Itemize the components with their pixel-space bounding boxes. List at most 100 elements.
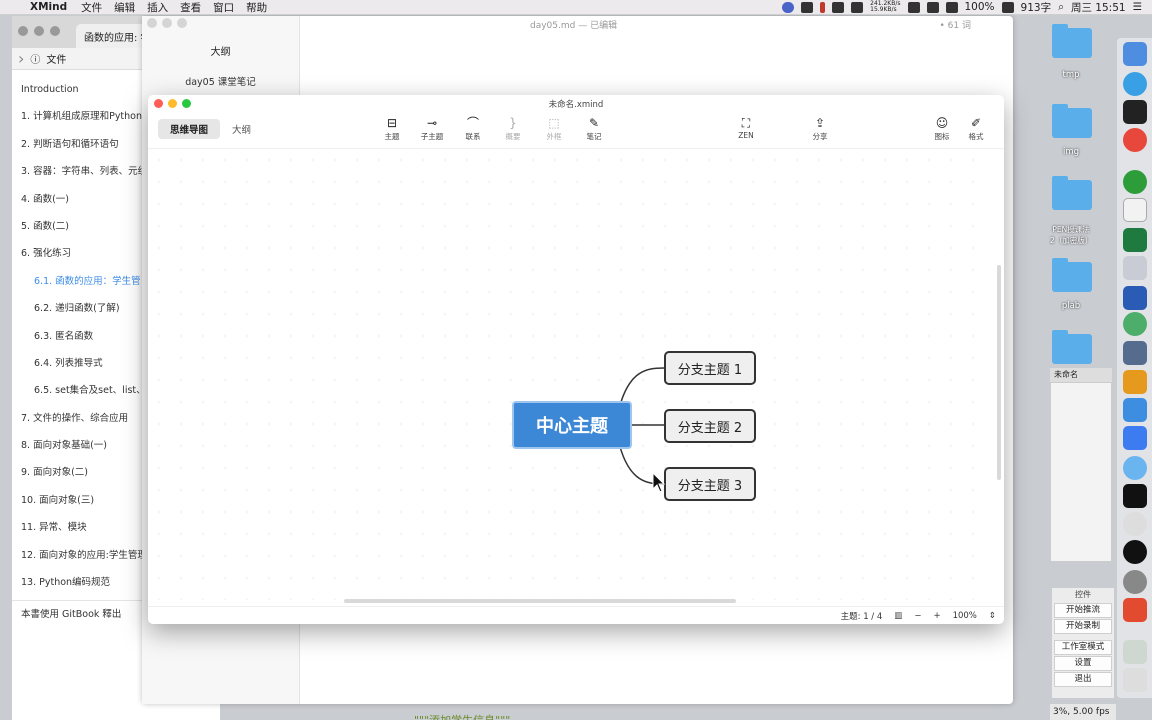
relationship-button[interactable]: ⌒ 联系	[453, 115, 493, 142]
notification-icon[interactable]: ☰	[1133, 1, 1142, 13]
xmind-window: 未命名.xmind 思维导图 大纲 ⊟ 主题 ⊸ 子主题 ⌒ 联系 } 概要 ⬚ 外框 ✎…	[148, 95, 1004, 624]
outline-item[interactable]: day05 课堂笔记	[142, 74, 299, 88]
menu-file[interactable]: 文件	[81, 0, 102, 15]
pycharm-icon[interactable]	[1123, 484, 1147, 508]
brush-icon: ✐	[970, 116, 982, 130]
info-icon: ⓘ	[30, 55, 41, 66]
format-button[interactable]: ✐ 格式	[956, 115, 996, 142]
branch-topic-3[interactable]: 分支主题 3	[664, 467, 756, 501]
folder-icon[interactable]	[1052, 176, 1092, 210]
menu-window[interactable]: 窗口	[213, 0, 234, 15]
branch-topic-1[interactable]: 分支主题 1	[664, 351, 756, 385]
network-speed: 241.2KB/s 15.9KB/s	[870, 0, 901, 13]
word-count[interactable]: • 61 词	[940, 18, 971, 31]
app-icon[interactable]	[1123, 456, 1147, 480]
vertical-scrollbar[interactable]	[997, 265, 1001, 480]
zoom-level[interactable]: 100%	[953, 611, 977, 621]
clock-app-icon[interactable]	[1123, 512, 1147, 536]
status-menus: 241.2KB/s 15.9KB/s 100% 913字 ⌕ 周三 15:51 ☰	[782, 0, 1152, 15]
status-app-icon[interactable]	[801, 1, 814, 13]
chrome-icon[interactable]	[1123, 128, 1147, 152]
mouse-cursor-icon	[652, 472, 666, 493]
menu-view[interactable]: 查看	[180, 0, 201, 15]
branch-topic-2[interactable]: 分支主题 2	[664, 409, 756, 443]
status-app-icon[interactable]	[832, 1, 845, 13]
status-app-icon[interactable]	[782, 1, 795, 13]
xmind-statusbar: 主题: 1 / 4 ▥ − + 100% ⇕	[148, 606, 1004, 624]
outline-book-icon[interactable]: ▥	[894, 611, 902, 621]
menu-insert[interactable]: 插入	[147, 0, 168, 15]
app-menu[interactable]: XMind	[30, 1, 67, 13]
word-icon[interactable]	[1123, 286, 1147, 310]
code-line[interactable]: """添加学生信息"""	[414, 712, 510, 720]
status-app-icon[interactable]	[907, 1, 920, 13]
start-stream-button[interactable]: 开始推流	[1054, 603, 1112, 618]
app-icon[interactable]	[1123, 426, 1147, 450]
topic-count: 主题: 1 / 4	[840, 611, 883, 622]
typora-window-controls[interactable]	[142, 16, 299, 31]
subtopic-button[interactable]: ⊸ 子主题	[412, 115, 452, 142]
menu-edit[interactable]: 编辑	[114, 0, 135, 15]
central-topic[interactable]: 中心主题	[512, 401, 632, 449]
view-switch: 思维导图 大纲	[158, 119, 263, 139]
summary-icon: }	[509, 116, 517, 130]
tab-outline[interactable]: 大纲	[220, 119, 263, 139]
battery-icon[interactable]	[1001, 1, 1014, 13]
trash-icon[interactable]	[1123, 668, 1147, 692]
menu-help[interactable]: 帮助	[246, 0, 267, 15]
notes-button[interactable]: ✎ 笔记	[574, 115, 614, 142]
folder-icon[interactable]	[1052, 104, 1092, 138]
terminal-icon[interactable]	[1123, 100, 1147, 124]
url-text[interactable]: 文件	[46, 51, 66, 66]
app-icon[interactable]	[1123, 256, 1147, 280]
xmind-icon[interactable]	[1123, 598, 1147, 622]
zoom-in-icon[interactable]: +	[933, 611, 940, 621]
share-button[interactable]: ⇪ 分享	[800, 115, 840, 142]
user-menu[interactable]: 913字	[1021, 0, 1052, 15]
outline-title[interactable]: 大纲	[142, 43, 299, 58]
mini-window-title: 未命名	[1050, 368, 1112, 382]
folder-icon[interactable]	[1052, 24, 1092, 58]
boundary-button[interactable]: ⬚ 外框	[534, 115, 574, 142]
app-icon[interactable]	[1123, 341, 1147, 365]
horizontal-scrollbar[interactable]	[344, 599, 736, 603]
evernote-icon[interactable]	[1123, 170, 1147, 194]
fullscreen-icon: ⛶	[741, 116, 751, 130]
boundary-icon: ⬚	[548, 116, 560, 130]
obs-header: 控件	[1075, 590, 1091, 599]
folder-icon[interactable]	[1052, 258, 1092, 292]
safari-icon[interactable]	[1123, 72, 1147, 96]
summary-button[interactable]: } 概要	[493, 115, 533, 142]
status-app-icon[interactable]	[926, 1, 939, 13]
exit-button[interactable]: 退出	[1054, 672, 1112, 687]
clock[interactable]: 周三 15:51	[1071, 0, 1126, 15]
record-icon[interactable]	[820, 1, 826, 13]
settings-button[interactable]: 设置	[1054, 656, 1112, 671]
app-icon[interactable]	[1123, 398, 1147, 422]
typora-icon[interactable]	[1123, 198, 1147, 222]
folder-label: img	[1062, 147, 1080, 157]
excel-icon[interactable]	[1123, 228, 1147, 252]
zen-button[interactable]: ⛶ ZEN	[726, 115, 766, 140]
topic-button[interactable]: ⊟ 主题	[372, 115, 412, 142]
studio-mode-button[interactable]: 工作室模式	[1054, 640, 1112, 655]
zoom-stepper-icon[interactable]: ⇕	[989, 611, 996, 621]
zoom-out-icon[interactable]: −	[914, 611, 921, 621]
forward-icon[interactable]: ›	[18, 49, 24, 68]
folder-icon[interactable]	[1052, 330, 1092, 364]
system-preferences-icon[interactable]	[1123, 570, 1147, 594]
xmind-titlebar[interactable]: 未命名.xmind	[148, 95, 1004, 110]
tab-mindmap[interactable]: 思维导图	[158, 119, 221, 139]
browser-window-controls[interactable]	[18, 25, 66, 39]
app-icon[interactable]	[1123, 640, 1147, 664]
search-icon[interactable]: ⌕	[1058, 1, 1064, 14]
wifi-icon[interactable]	[945, 1, 958, 13]
start-record-button[interactable]: 开始录制	[1054, 619, 1112, 634]
obs-icon[interactable]	[1123, 540, 1147, 564]
app-icon[interactable]	[1123, 312, 1147, 336]
mindmap-canvas[interactable]: 中心主题 分支主题 1 分支主题 2 分支主题 3	[148, 149, 994, 600]
subtopic-icon: ⊸	[426, 116, 438, 130]
status-app-icon[interactable]	[851, 1, 864, 13]
sublime-icon[interactable]	[1123, 370, 1147, 394]
finder-icon[interactable]	[1123, 42, 1147, 66]
